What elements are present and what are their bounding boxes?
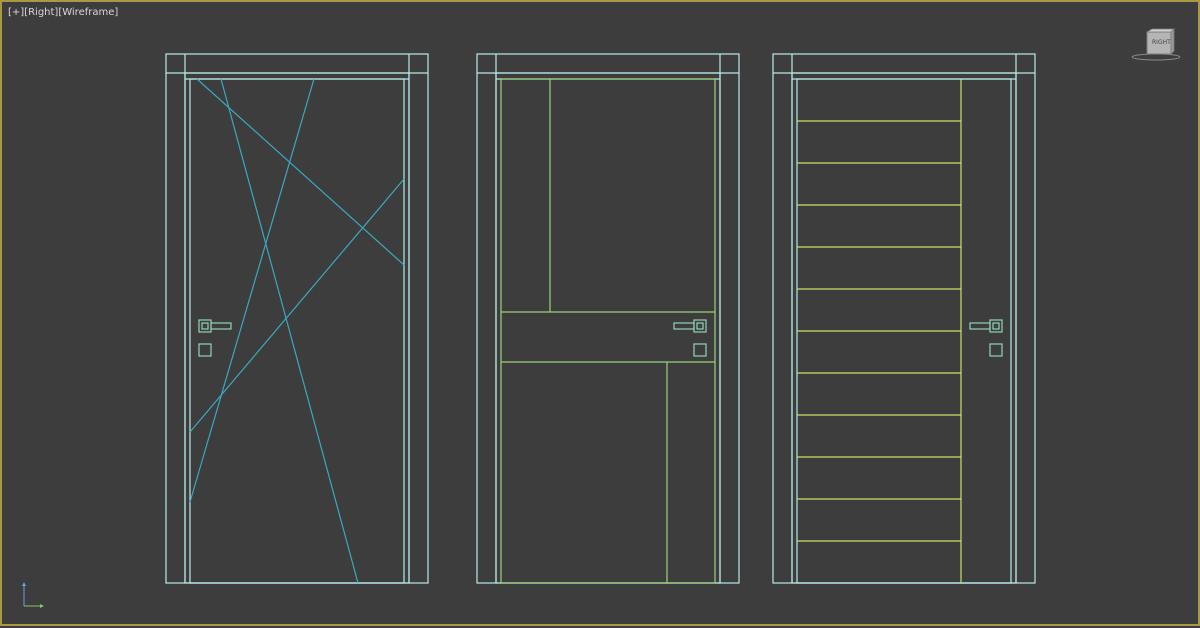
scene-canvas[interactable] bbox=[2, 2, 1200, 628]
door-3-frame bbox=[772, 53, 1036, 584]
axis-tripod-icon bbox=[22, 582, 44, 608]
door-1-frame bbox=[165, 53, 429, 584]
door-1-diagonal-pattern bbox=[189, 78, 405, 584]
door-2-handle-icon bbox=[673, 319, 707, 357]
door-2[interactable] bbox=[476, 53, 740, 584]
door-3-handle-icon bbox=[969, 319, 1003, 357]
door-2-frame bbox=[476, 53, 740, 584]
door-1[interactable] bbox=[165, 53, 429, 584]
door-3-slat-pattern bbox=[797, 79, 962, 583]
viewcube-icon[interactable] bbox=[1130, 28, 1182, 64]
door-3[interactable] bbox=[772, 53, 1036, 584]
door-2-panel-pattern bbox=[500, 78, 716, 584]
door-1-handle-icon bbox=[198, 319, 232, 357]
viewport-right-wireframe[interactable]: [+][Right][Wireframe] RIGHT bbox=[0, 0, 1200, 626]
